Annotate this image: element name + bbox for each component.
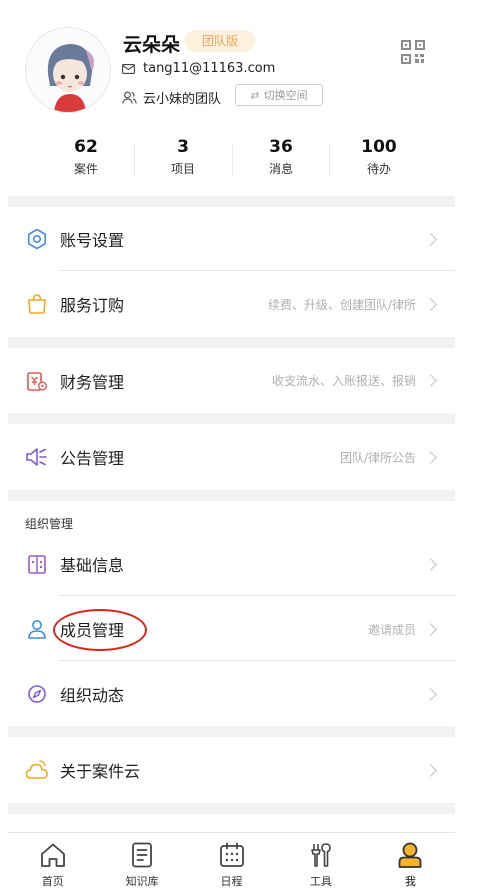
menu-finance[interactable]: 财务管理 收支流水、入账报送、报销 bbox=[8, 348, 455, 413]
row-divider bbox=[59, 595, 455, 596]
tab-label: 我 bbox=[404, 875, 416, 888]
email-row: tang11@11163.com bbox=[122, 61, 275, 76]
menu-title: 关于案件云 bbox=[60, 762, 141, 781]
menu-account-settings[interactable]: 账号设置 bbox=[8, 207, 455, 271]
menu-subtitle: 续费、升级、创建团队/律所 bbox=[267, 297, 416, 312]
menu-basic-info[interactable]: 基础信息 bbox=[8, 532, 455, 596]
highlight-circle-annotation bbox=[53, 609, 147, 651]
chevron-right-icon bbox=[424, 687, 437, 701]
row-divider bbox=[59, 270, 455, 271]
stat-label: 项目 bbox=[170, 162, 195, 176]
tab-me[interactable]: 我 bbox=[366, 833, 455, 894]
tab-label: 日程 bbox=[220, 875, 243, 888]
section-gap bbox=[8, 196, 455, 207]
stat-divider bbox=[134, 145, 135, 175]
menu-title: 财务管理 bbox=[60, 372, 125, 392]
stat-projects[interactable]: 3 项目 bbox=[148, 137, 218, 177]
switch-space-label: 切换空间 bbox=[263, 89, 308, 102]
stat-value: 36 bbox=[269, 137, 293, 157]
plan-badge: 团队版 bbox=[185, 30, 255, 52]
mail-icon bbox=[122, 63, 135, 74]
avatar[interactable] bbox=[25, 27, 111, 113]
profile-icon bbox=[398, 842, 422, 868]
gear-icon bbox=[25, 227, 49, 251]
cloud-icon bbox=[25, 758, 49, 782]
calendar-icon bbox=[219, 842, 244, 867]
menu-title: 公告管理 bbox=[60, 449, 125, 468]
chevron-right-icon bbox=[424, 763, 437, 777]
user-name: 云朵朵 bbox=[123, 34, 181, 56]
stat-value: 3 bbox=[177, 137, 189, 157]
menu-subtitle: 邀请成员 bbox=[367, 622, 416, 637]
tab-schedule[interactable]: 日程 bbox=[187, 833, 276, 894]
stat-divider bbox=[329, 145, 330, 175]
menu-announcement[interactable]: 公告管理 团队/律所公告 bbox=[8, 424, 455, 490]
menu-subtitle: 团队/律所公告 bbox=[339, 450, 416, 465]
row-divider bbox=[59, 660, 455, 661]
compass-icon bbox=[25, 682, 49, 706]
section-gap bbox=[8, 337, 455, 348]
menu-org-activity[interactable]: 组织动态 bbox=[8, 662, 455, 726]
tab-knowledge-base[interactable]: 知识库 bbox=[97, 833, 186, 894]
stat-label: 消息 bbox=[268, 162, 293, 176]
shopping-bag-icon bbox=[25, 292, 49, 316]
finance-icon bbox=[25, 369, 49, 393]
bottom-tab-bar: 首页 知识库 日程 工具 我 bbox=[8, 832, 455, 894]
tab-tools[interactable]: 工具 bbox=[276, 833, 365, 894]
stat-messages[interactable]: 36 消息 bbox=[246, 137, 316, 177]
tab-home[interactable]: 首页 bbox=[8, 833, 97, 894]
chevron-right-icon bbox=[424, 297, 437, 311]
swap-icon: ⇄ bbox=[250, 88, 260, 102]
section-label-organization: 组织管理 bbox=[25, 517, 74, 531]
chevron-right-icon bbox=[424, 374, 437, 387]
section-gap bbox=[8, 490, 455, 501]
avatar-illustration bbox=[26, 28, 110, 112]
menu-subtitle: 收支流水、入账报送、报销 bbox=[271, 374, 416, 388]
tab-label: 首页 bbox=[41, 875, 64, 888]
section-gap bbox=[8, 803, 455, 814]
qr-code-icon[interactable] bbox=[401, 40, 425, 64]
menu-title: 基础信息 bbox=[60, 556, 125, 575]
stat-label: 案件 bbox=[73, 162, 98, 176]
chevron-right-icon bbox=[424, 622, 437, 636]
stat-todos[interactable]: 100 待办 bbox=[344, 137, 414, 177]
tools-icon bbox=[311, 843, 331, 867]
menu-title: 服务订购 bbox=[60, 296, 125, 315]
team-icon bbox=[122, 91, 137, 104]
switch-space-button[interactable]: ⇄ 切换空间 bbox=[235, 84, 323, 106]
chevron-right-icon bbox=[424, 450, 437, 464]
email-text: tang11@11163.com bbox=[143, 61, 276, 76]
menu-title: 账号设置 bbox=[60, 231, 125, 250]
menu-about[interactable]: 关于案件云 bbox=[8, 737, 455, 803]
tab-label: 知识库 bbox=[125, 875, 159, 888]
team-row: 云小妹的团队 bbox=[122, 88, 221, 107]
stat-value: 62 bbox=[74, 137, 98, 157]
section-gap bbox=[8, 413, 455, 424]
document-icon bbox=[132, 842, 153, 868]
menu-service-subscription[interactable]: 服务订购 续费、升级、创建团队/律所 bbox=[8, 272, 455, 336]
chevron-right-icon bbox=[424, 232, 437, 246]
stat-cases[interactable]: 62 案件 bbox=[51, 137, 121, 177]
member-icon bbox=[25, 617, 49, 641]
chevron-right-icon bbox=[424, 557, 437, 571]
megaphone-icon bbox=[25, 445, 49, 469]
stat-label: 待办 bbox=[366, 162, 391, 176]
home-icon bbox=[40, 843, 65, 867]
team-name: 云小妹的团队 bbox=[143, 92, 222, 107]
stat-value: 100 bbox=[361, 137, 397, 157]
building-icon bbox=[25, 552, 49, 576]
section-gap bbox=[8, 726, 455, 737]
menu-title: 组织动态 bbox=[60, 686, 125, 705]
stat-divider bbox=[232, 145, 233, 175]
tab-label: 工具 bbox=[309, 875, 332, 888]
